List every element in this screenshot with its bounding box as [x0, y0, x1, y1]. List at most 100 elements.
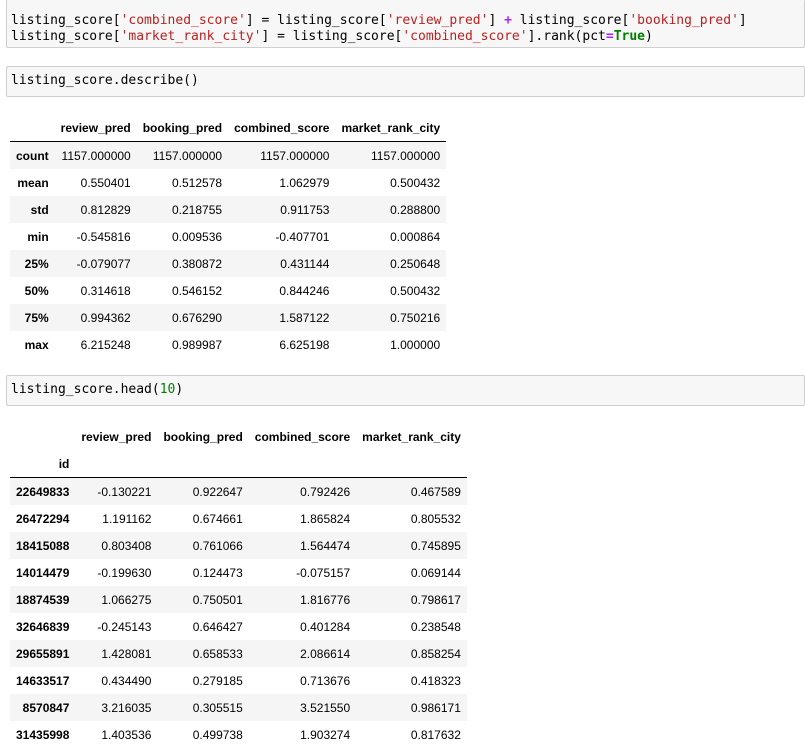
table-cell: 0.431144 [280, 256, 330, 271]
describe-corner [10, 114, 55, 142]
table-cell: 0.550401 [80, 175, 131, 190]
table-row: 32646839 -0.245143 0.646427 0.401284 0.23854… [10, 613, 467, 640]
table-cell: 0.798617 [410, 592, 461, 607]
row-index: 32646839 [16, 619, 70, 634]
table-cell: 1.428081 [101, 646, 152, 661]
table-cell: 6.625198 [279, 337, 330, 352]
table-cell: 0.989987 [172, 337, 223, 352]
table-cell: 0.817632 [410, 727, 461, 742]
table-cell: 0.512578 [172, 175, 223, 190]
code-token: ) [645, 29, 653, 44]
table-cell: 0.674661 [192, 511, 243, 526]
head-corner [10, 423, 75, 450]
describe-header-row: review_pred booking_pred combined_score … [10, 114, 447, 142]
code-line-1: listing_score['combined_score'] = listin… [11, 13, 804, 29]
code-token: = [277, 29, 285, 44]
table-cell: 0.812829 [80, 202, 131, 217]
table-cell: -0.407701 [275, 229, 330, 244]
table-cell: 0.911753 [280, 202, 330, 217]
table-cell: 0.279185 [192, 673, 243, 688]
index-name-spacer [75, 450, 158, 478]
table-cell: 0.288800 [390, 202, 441, 217]
code-token: listing_score[ [284, 29, 403, 44]
row-index: count [16, 148, 49, 163]
table-cell: 0.546152 [172, 283, 223, 298]
code-cell-describe[interactable]: listing_score.describe() [6, 66, 805, 97]
table-cell: 0.986171 [410, 700, 461, 715]
code-token: ) [175, 382, 184, 397]
index-name: id [10, 450, 76, 478]
table-cell: 0.750216 [390, 310, 441, 325]
code-token: listing_score.describe() [11, 73, 199, 88]
table-cell: 1157.000000 [370, 148, 441, 163]
code-token: listing_score[ [11, 13, 121, 28]
code-cell-combined-score[interactable]: listing_score['combined_score'] = listin… [6, 0, 805, 48]
table-cell: 0.805532 [410, 511, 461, 526]
table-cell: 0.250648 [390, 256, 441, 271]
table-row: 14014479 -0.199630 0.124473 -0.075157 0.0691… [10, 559, 467, 586]
code-token: 'combined_score' [402, 29, 528, 44]
row-index: 29655891 [16, 646, 70, 661]
index-name-spacer [248, 450, 357, 478]
table-cell: 0.500432 [390, 283, 441, 298]
table-cell: 1157.000000 [61, 148, 131, 163]
describe-row: count 1157.000000 1157.000000 1157.000000 11… [10, 141, 447, 169]
row-index: max [24, 337, 49, 352]
table-cell: 0.803408 [101, 538, 152, 553]
table-cell: 0.761066 [192, 538, 243, 553]
code-token: listing_score[ [11, 29, 121, 44]
table-cell: -0.075157 [296, 565, 351, 580]
table-cell: 0.499738 [192, 727, 243, 742]
column-header: review_pred [81, 429, 152, 444]
code-line-head: listing_score.head(10) [11, 382, 804, 398]
code-cell-head[interactable]: listing_score.head(10) [6, 375, 805, 406]
table-cell: 3.216035 [101, 700, 152, 715]
table-cell: 0.009536 [172, 229, 223, 244]
column-header: booking_pred [136, 114, 229, 142]
table-cell: 0.858254 [410, 646, 461, 661]
row-index: 31435998 [16, 727, 70, 742]
head-header-row: review_pred booking_pred combined_score … [10, 423, 467, 450]
table-cell: 0.658533 [192, 646, 243, 661]
code-token: 'booking_pred' [629, 13, 739, 28]
table-row: 14633517 0.434490 0.279185 0.713676 0.418323 [10, 667, 467, 694]
row-index: 22649833 [16, 484, 70, 499]
table-row: 18874539 1.066275 0.750501 1.816776 0.798617 [10, 586, 467, 613]
table-cell: -0.079077 [76, 256, 131, 271]
table-cell: 0.745895 [410, 538, 461, 553]
code-token: ] [488, 13, 505, 28]
table-cell: 0.434490 [101, 673, 152, 688]
row-index: 18874539 [16, 592, 70, 607]
table-cell: 1.062979 [279, 175, 330, 190]
table-cell: 0.994362 [80, 310, 131, 325]
describe-row: std 0.812829 0.218755 0.911753 0.288800 [10, 196, 447, 223]
column-header: booking_pred [163, 429, 243, 444]
table-cell: 0.922647 [192, 484, 243, 499]
table-cell: 0.750501 [192, 592, 243, 607]
table-cell: 0.646427 [192, 619, 243, 634]
table-cell: 0.676290 [172, 310, 223, 325]
code-line-describe: listing_score.describe() [11, 73, 804, 89]
column-header: combined_score [228, 114, 336, 142]
table-cell: 0.401284 [300, 619, 351, 634]
table-cell: 0.844246 [279, 283, 330, 298]
head-table: review_pred booking_pred combined_score … [10, 423, 467, 748]
table-cell: 0.418323 [410, 673, 461, 688]
table-cell: 2.086614 [300, 646, 351, 661]
table-cell: 1157.000000 [260, 148, 330, 163]
table-cell: 0.380872 [172, 256, 223, 271]
code-token: listing_score.head( [11, 382, 160, 397]
row-index: 8570847 [22, 700, 70, 715]
row-index: 75% [24, 310, 49, 325]
code-token: 'combined_score' [120, 13, 246, 28]
describe-row: max 6.215248 0.989987 6.625198 1.000000 [10, 331, 446, 358]
table-cell: 0.500432 [390, 175, 441, 190]
code-token: ].rank(pct [527, 29, 606, 44]
table-row: 22649833 -0.130221 0.922647 0.792426 0.46758… [10, 477, 467, 505]
code-token: True [613, 29, 646, 44]
code-token: ] [738, 13, 747, 28]
table-cell: 0.069144 [410, 565, 461, 580]
describe-row: 25% -0.079077 0.380872 0.431144 0.250648 [10, 250, 447, 277]
table-cell: 1157.000000 [152, 148, 223, 163]
row-index: 18415088 [16, 538, 70, 553]
